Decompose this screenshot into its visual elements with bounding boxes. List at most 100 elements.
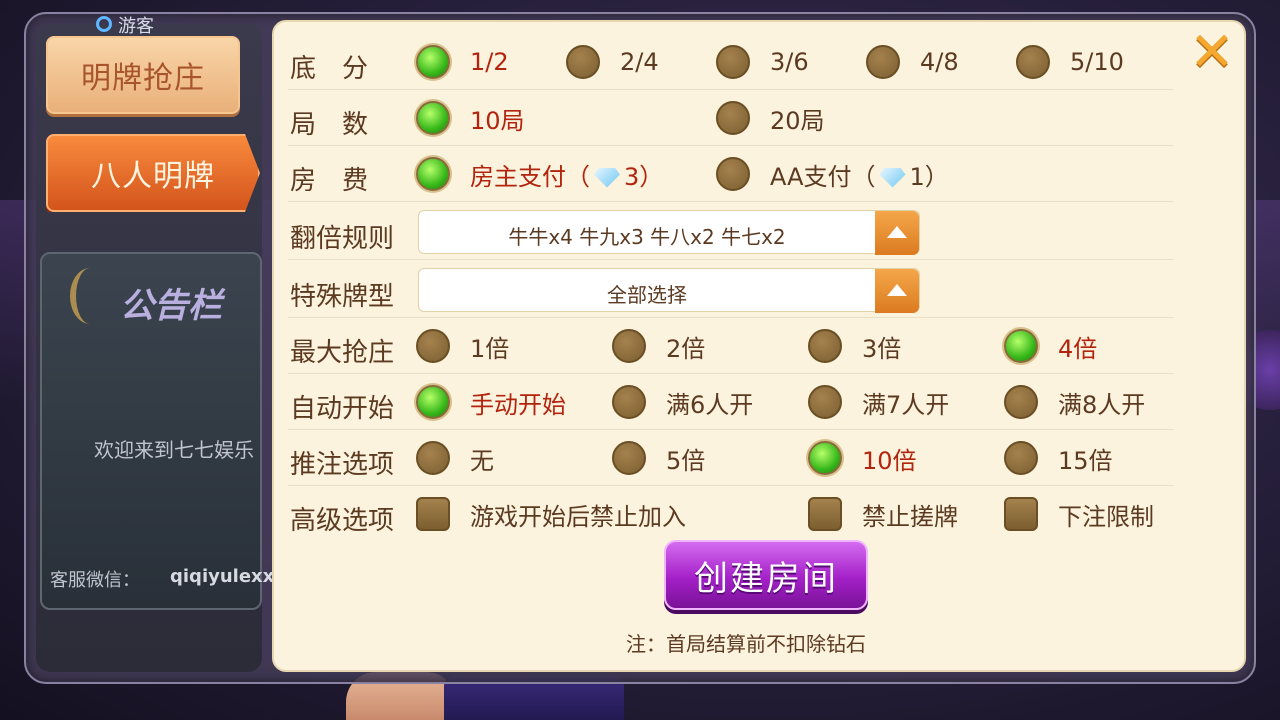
tab-eight-player-mingpai[interactable]: 八人明牌 bbox=[46, 134, 260, 212]
radio-selected[interactable] bbox=[416, 385, 450, 419]
option-label: 下注限制 bbox=[1058, 502, 1154, 531]
radio-unselected[interactable] bbox=[416, 441, 450, 475]
radio-unselected[interactable] bbox=[612, 329, 646, 363]
max-bid-option[interactable]: 4倍 bbox=[1004, 328, 1097, 364]
radio-unselected[interactable] bbox=[716, 101, 750, 135]
max-bid-option[interactable]: 3倍 bbox=[808, 328, 901, 364]
base-score-option[interactable]: 4/8 bbox=[866, 44, 959, 80]
option-label-prefix: 房主支付（ bbox=[470, 162, 590, 191]
close-icon[interactable]: ✕ bbox=[1186, 25, 1238, 79]
option-label: 禁止搓牌 bbox=[862, 502, 958, 531]
option-label: 2倍 bbox=[666, 334, 706, 363]
max-bid-option[interactable]: 2倍 bbox=[612, 328, 705, 364]
max-bid-option[interactable]: 1倍 bbox=[416, 328, 509, 364]
base-score-option[interactable]: 2/4 bbox=[566, 44, 659, 80]
option-label: 1/2 bbox=[470, 48, 509, 76]
option-label: 满6人开 bbox=[666, 390, 754, 419]
checkbox-unchecked[interactable] bbox=[808, 497, 842, 531]
rounds-option[interactable]: 10局 bbox=[416, 100, 525, 136]
radio-unselected[interactable] bbox=[808, 385, 842, 419]
multiplier-rule-label: 翻倍规则 bbox=[290, 224, 395, 254]
advanced-label: 高级选项 bbox=[290, 506, 395, 536]
radio-selected[interactable] bbox=[416, 45, 450, 79]
checkbox-unchecked[interactable] bbox=[416, 497, 450, 531]
max-bid-label: 最大抢庄 bbox=[290, 338, 395, 368]
radio-selected[interactable] bbox=[1004, 329, 1038, 363]
radio-selected[interactable] bbox=[416, 157, 450, 191]
row-advanced: 高级选项 游戏开始后禁止加入 禁止搓牌 下注限制 bbox=[288, 486, 1174, 542]
fee-option-aa[interactable]: AA支付（ 1） bbox=[716, 156, 949, 192]
option-label: 5倍 bbox=[666, 446, 706, 475]
base-score-label: 底分 bbox=[290, 54, 395, 84]
diamond-icon bbox=[879, 167, 906, 188]
advanced-option-no-rub[interactable]: 禁止搓牌 bbox=[808, 496, 958, 532]
diamond-note: 注：首局结算前不扣除钻石 bbox=[626, 632, 866, 656]
auto-start-option[interactable]: 手动开始 bbox=[416, 384, 566, 420]
welcome-text: 欢迎来到七七娱乐 bbox=[94, 438, 254, 462]
radio-unselected[interactable] bbox=[808, 329, 842, 363]
fee-label: 房费 bbox=[290, 166, 395, 196]
option-label: 满8人开 bbox=[1058, 390, 1146, 419]
advanced-option-bet-limit[interactable]: 下注限制 bbox=[1004, 496, 1154, 532]
auto-start-option[interactable]: 满7人开 bbox=[808, 384, 949, 420]
option-label: AA支付（ 1） bbox=[770, 157, 949, 192]
guest-label: 游客 bbox=[118, 16, 154, 37]
chevron-up-icon[interactable] bbox=[875, 269, 919, 313]
option-label: 3/6 bbox=[770, 48, 809, 76]
diamond-icon bbox=[594, 167, 620, 188]
radio-selected[interactable] bbox=[808, 441, 842, 475]
special-hands-label: 特殊牌型 bbox=[290, 282, 395, 312]
base-score-option[interactable]: 3/6 bbox=[716, 44, 809, 80]
radio-unselected[interactable] bbox=[612, 385, 646, 419]
advanced-option-no-join[interactable]: 游戏开始后禁止加入 bbox=[416, 496, 686, 532]
radio-unselected[interactable] bbox=[612, 441, 646, 475]
auto-start-option[interactable]: 满8人开 bbox=[1004, 384, 1145, 420]
auto-start-option[interactable]: 满6人开 bbox=[612, 384, 753, 420]
radio-unselected[interactable] bbox=[1004, 385, 1038, 419]
option-label-prefix: AA支付（ bbox=[770, 162, 876, 191]
option-label: 手动开始 bbox=[470, 390, 566, 419]
radio-unselected[interactable] bbox=[716, 157, 750, 191]
dropdown-value: 牛牛x4 牛九x3 牛八x2 牛七x2 bbox=[508, 225, 786, 249]
radio-unselected[interactable] bbox=[716, 45, 750, 79]
base-score-option[interactable]: 5/10 bbox=[1016, 44, 1124, 80]
row-fee: 房费 房主支付（ 3） AA支付（ 1） bbox=[288, 146, 1174, 202]
option-label: 5/10 bbox=[1070, 48, 1124, 76]
option-label: 10局 bbox=[470, 106, 525, 135]
multiplier-rule-dropdown[interactable]: 牛牛x4 牛九x3 牛八x2 牛七x2 bbox=[418, 210, 920, 255]
row-auto-start: 自动开始 手动开始 满6人开 满7人开 满8人开 bbox=[288, 374, 1174, 430]
rounds-option[interactable]: 20局 bbox=[716, 100, 825, 136]
option-label: 4/8 bbox=[920, 48, 959, 76]
option-label-suffix: ） bbox=[639, 162, 664, 191]
diamond-count: 3 bbox=[624, 162, 640, 191]
push-bet-option[interactable]: 无 bbox=[416, 440, 494, 476]
radio-selected[interactable] bbox=[416, 101, 450, 135]
row-multiplier-rule: 翻倍规则 牛牛x4 牛九x3 牛八x2 牛七x2 bbox=[288, 204, 1174, 260]
radio-unselected[interactable] bbox=[1016, 45, 1050, 79]
checkbox-unchecked[interactable] bbox=[1004, 497, 1038, 531]
push-bet-option[interactable]: 10倍 bbox=[808, 440, 917, 476]
option-label: 1倍 bbox=[470, 334, 510, 363]
guest-icon bbox=[96, 16, 112, 32]
radio-unselected[interactable] bbox=[566, 45, 600, 79]
base-score-option[interactable]: 1/2 bbox=[416, 44, 509, 80]
option-label: 15倍 bbox=[1058, 446, 1113, 475]
tab-mingpai-qiangzhuang[interactable]: 明牌抢庄 bbox=[46, 36, 240, 114]
chevron-up-icon[interactable] bbox=[875, 211, 919, 255]
special-hands-dropdown[interactable]: 全部选择 bbox=[418, 268, 920, 313]
row-push-bet: 推注选项 无 5倍 10倍 15倍 bbox=[288, 430, 1174, 486]
create-room-button[interactable]: 创建房间 bbox=[664, 540, 868, 610]
radio-unselected[interactable] bbox=[416, 329, 450, 363]
radio-unselected[interactable] bbox=[1004, 441, 1038, 475]
push-bet-option[interactable]: 15倍 bbox=[1004, 440, 1113, 476]
option-label: 游戏开始后禁止加入 bbox=[470, 502, 686, 531]
radio-unselected[interactable] bbox=[866, 45, 900, 79]
fee-option-owner[interactable]: 房主支付（ 3） bbox=[416, 156, 663, 192]
row-max-bid: 最大抢庄 1倍 2倍 3倍 4倍 bbox=[288, 318, 1174, 374]
row-rounds: 局数 10局 20局 bbox=[288, 90, 1174, 146]
push-bet-option[interactable]: 5倍 bbox=[612, 440, 705, 476]
option-label: 2/4 bbox=[620, 48, 659, 76]
option-label-suffix: ） bbox=[924, 162, 949, 191]
wechat-label: 客服微信： bbox=[50, 570, 140, 591]
notice-title: 公告栏 bbox=[120, 286, 222, 326]
